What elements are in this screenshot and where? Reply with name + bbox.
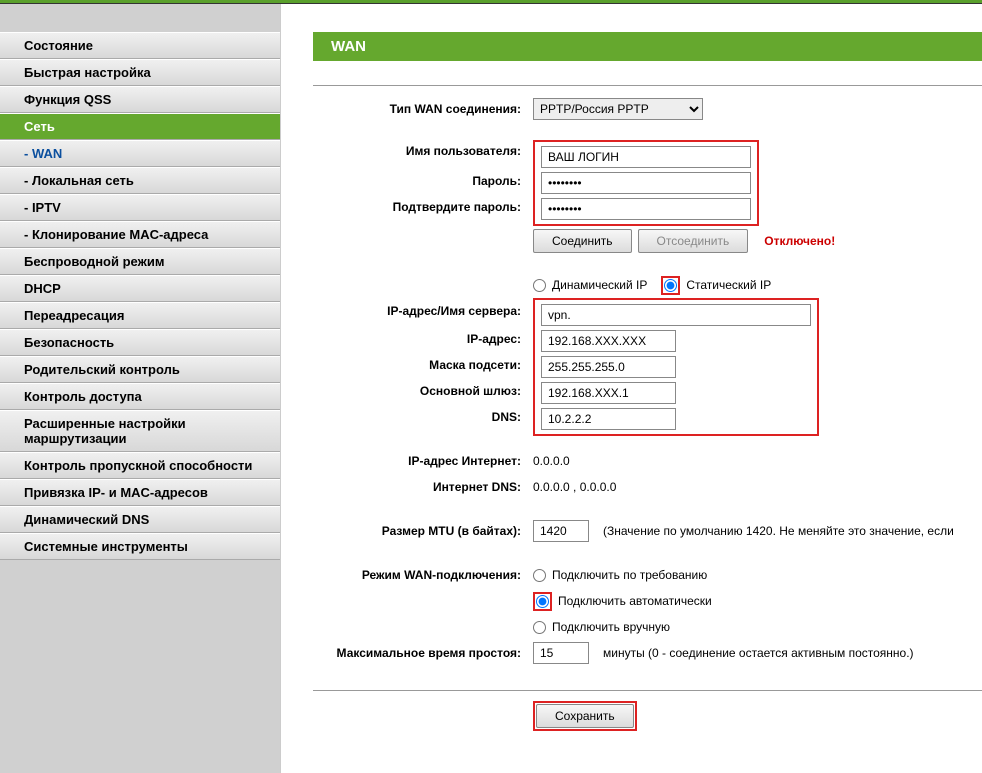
main-panel: WAN Тип WAN соединения: PPTP/Россия PPTP…: [280, 4, 982, 773]
disconnect-button[interactable]: Отсоединить: [638, 229, 749, 253]
wan-conn-type-select[interactable]: PPTP/Россия PPTP: [533, 98, 703, 120]
sidebar-item-17[interactable]: Динамический DNS: [0, 506, 280, 533]
static-ip-radio[interactable]: [664, 279, 677, 292]
connect-auto-radio[interactable]: [536, 595, 549, 608]
label-dns: DNS:: [313, 410, 533, 424]
sidebar-item-9[interactable]: DHCP: [0, 275, 280, 302]
static-ip-radio-highlight: [661, 276, 680, 295]
dynamic-ip-radio[interactable]: [533, 279, 546, 292]
idle-hint: минуты (0 - соединение остается активным…: [603, 646, 914, 660]
label-internet-dns: Интернет DNS:: [313, 480, 533, 494]
internet-dns-value: 0.0.0.0 , 0.0.0.0: [533, 480, 616, 494]
internet-ip-value: 0.0.0.0: [533, 454, 570, 468]
sidebar-item-12[interactable]: Родительский контроль: [0, 356, 280, 383]
sidebar-item-10[interactable]: Переадресация: [0, 302, 280, 329]
save-button[interactable]: Сохранить: [536, 704, 634, 728]
mtu-hint: (Значение по умолчанию 1420. Не меняйте …: [603, 524, 954, 538]
sidebar-item-2[interactable]: Функция QSS: [0, 86, 280, 113]
connect-auto-radio-highlight: [533, 592, 552, 611]
label-connect-manual: Подключить вручную: [552, 620, 670, 634]
sidebar-item-3[interactable]: Сеть: [0, 113, 280, 140]
connect-on-demand-radio[interactable]: [533, 569, 546, 582]
label-ip: IP-адрес:: [313, 332, 533, 346]
sidebar-item-8[interactable]: Беспроводной режим: [0, 248, 280, 275]
label-confirm-password: Подтвердите пароль:: [313, 200, 533, 214]
connect-manual-radio[interactable]: [533, 621, 546, 634]
sidebar-item-11[interactable]: Безопасность: [0, 329, 280, 356]
sidebar: СостояниеБыстрая настройкаФункция QSSСет…: [0, 4, 280, 773]
label-mtu: Размер MTU (в байтах):: [313, 524, 533, 538]
sidebar-item-16[interactable]: Привязка IP- и MAC-адресов: [0, 479, 280, 506]
sidebar-item-18[interactable]: Системные инструменты: [0, 533, 280, 560]
label-internet-ip: IP-адрес Интернет:: [313, 454, 533, 468]
sidebar-item-1[interactable]: Быстрая настройка: [0, 59, 280, 86]
sidebar-item-13[interactable]: Контроль доступа: [0, 383, 280, 410]
save-button-highlight: Сохранить: [533, 701, 637, 731]
connect-button[interactable]: Соединить: [533, 229, 632, 253]
divider: [313, 85, 982, 86]
server-input[interactable]: [541, 304, 811, 326]
label-password: Пароль:: [313, 174, 533, 188]
label-wan-mode: Режим WAN-подключения:: [313, 568, 533, 582]
label-connect-auto: Подключить автоматически: [558, 594, 712, 608]
label-static-ip: Статический IP: [686, 278, 771, 292]
label-username: Имя пользователя:: [313, 140, 533, 158]
label-idle: Максимальное время простоя:: [313, 646, 533, 660]
sidebar-item-5[interactable]: - Локальная сеть: [0, 167, 280, 194]
connection-status: Отключено!: [764, 234, 835, 248]
sidebar-item-0[interactable]: Состояние: [0, 32, 280, 59]
label-conn-type: Тип WAN соединения:: [313, 102, 533, 116]
label-server: IP-адрес/Имя сервера:: [313, 298, 533, 318]
label-connect-on-demand: Подключить по требованию: [552, 568, 707, 582]
sidebar-item-14[interactable]: Расширенные настройки маршрутизации: [0, 410, 280, 452]
label-dynamic-ip: Динамический IP: [552, 278, 647, 292]
username-input[interactable]: [541, 146, 751, 168]
sidebar-item-7[interactable]: - Клонирование MAC-адреса: [0, 221, 280, 248]
idle-time-input[interactable]: [533, 642, 589, 664]
sidebar-item-15[interactable]: Контроль пропускной способности: [0, 452, 280, 479]
sidebar-item-6[interactable]: - IPTV: [0, 194, 280, 221]
page-title: WAN: [313, 32, 982, 61]
sidebar-item-4[interactable]: - WAN: [0, 140, 280, 167]
divider: [313, 690, 982, 691]
label-mask: Маска подсети:: [313, 358, 533, 372]
label-gateway: Основной шлюз:: [313, 384, 533, 398]
mtu-input[interactable]: [533, 520, 589, 542]
